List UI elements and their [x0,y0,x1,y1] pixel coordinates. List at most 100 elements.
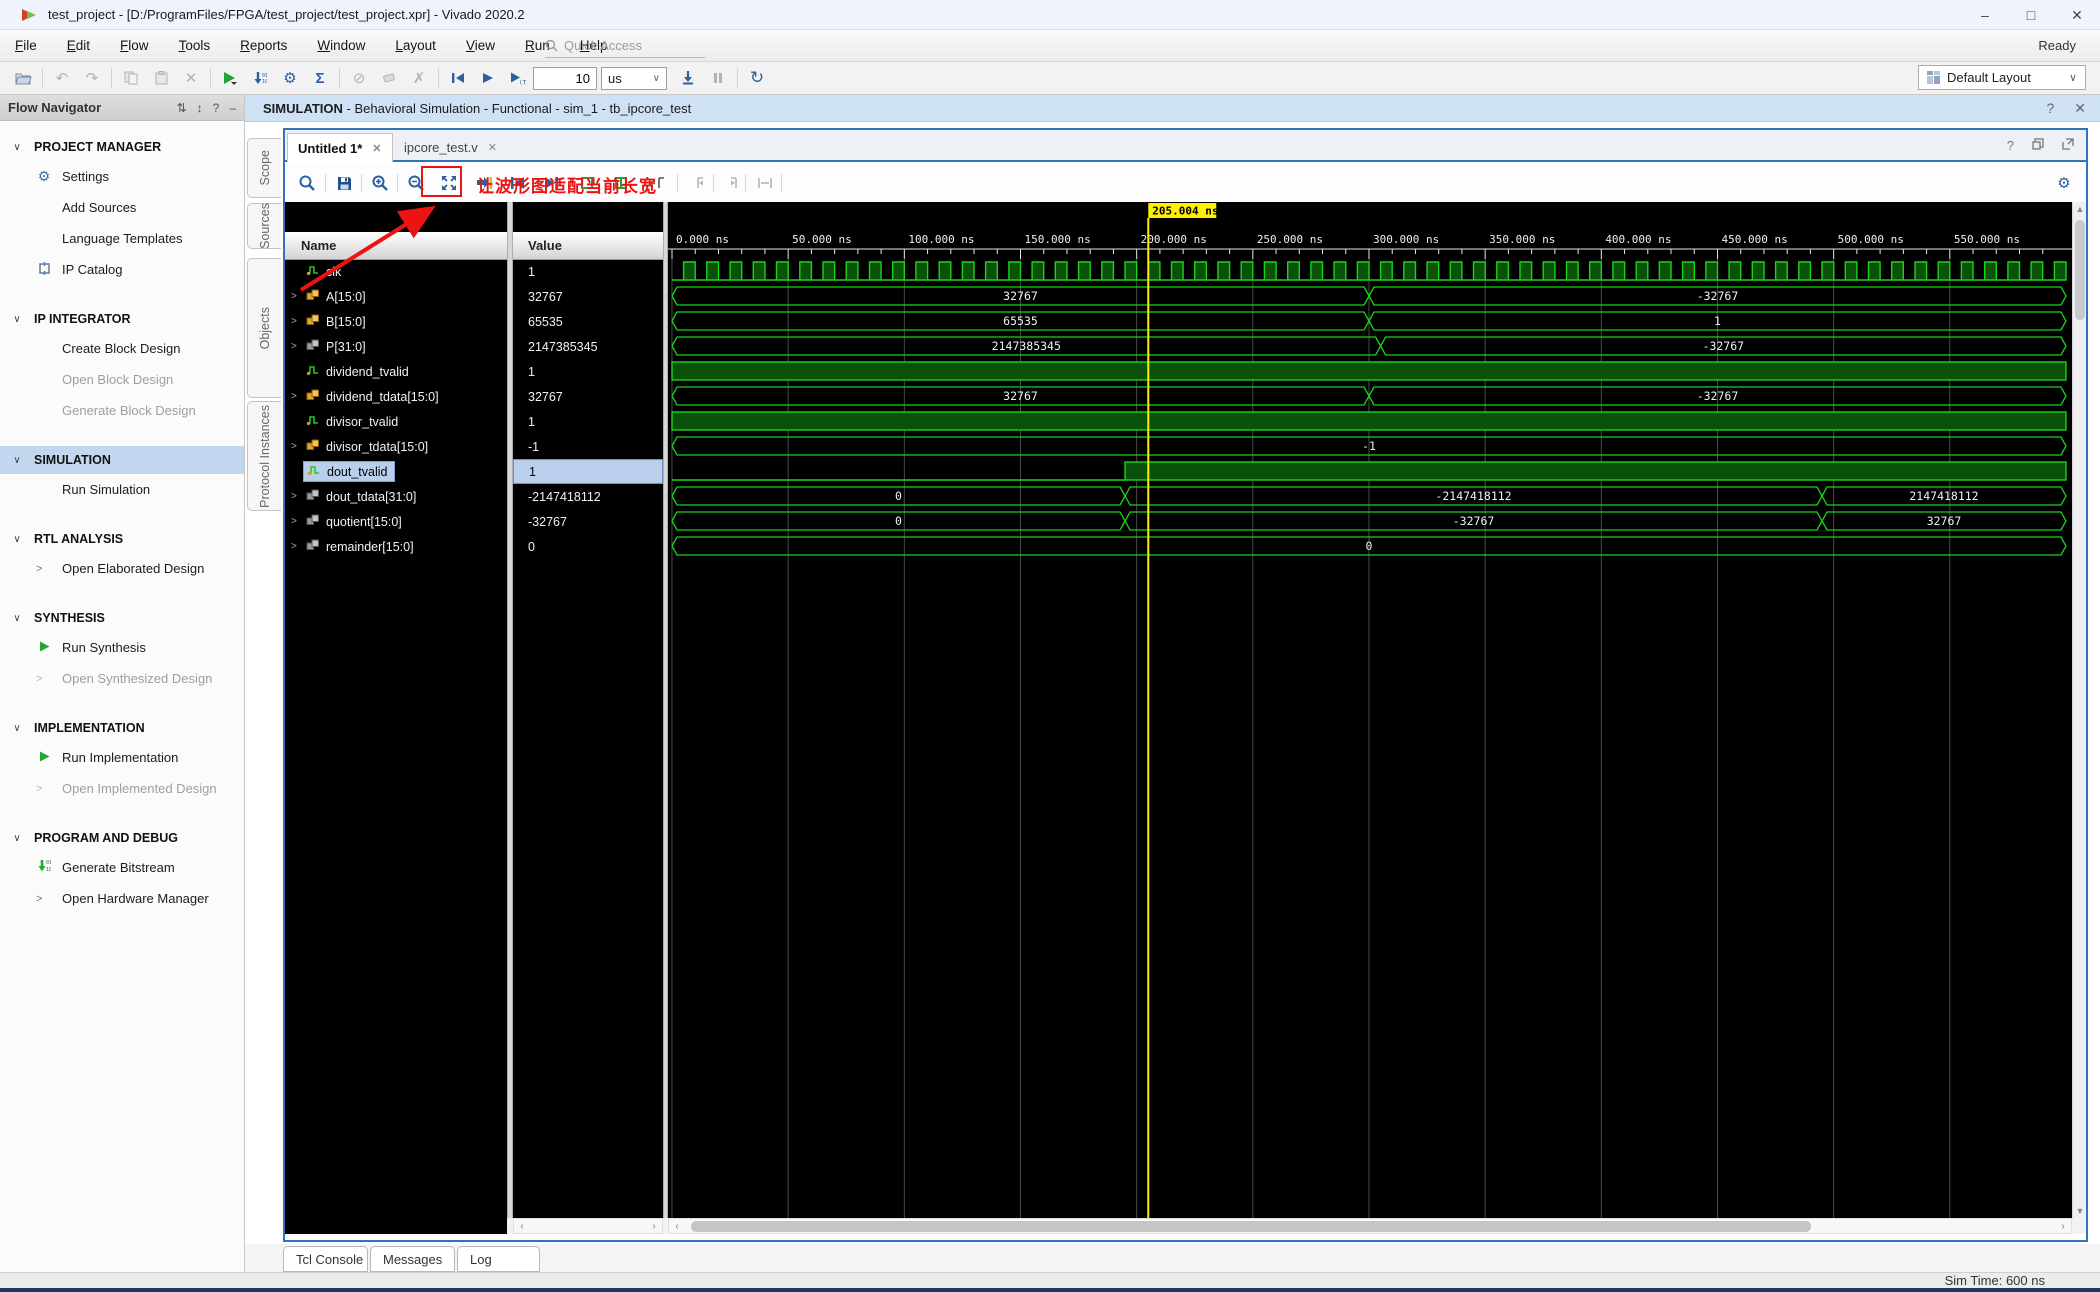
flow-section-header-synthesis[interactable]: ∨ SYNTHESIS [0,604,244,632]
wave-vertical-scrollbar[interactable]: ▲ ▼ [2072,202,2086,1218]
sidebar-item-open-implemented-design[interactable]: > Open Implemented Design [0,773,244,804]
flow-section-header-project-manager[interactable]: ∨ PROJECT MANAGER [0,133,244,161]
menu-flow[interactable]: Flow [105,30,164,62]
sidebar-item-open-synthesized-design[interactable]: > Open Synthesized Design [0,663,244,694]
flow-section-header-implementation[interactable]: ∨ IMPLEMENTATION [0,714,244,742]
wave-horizontal-scrollbar[interactable]: ‹ › [668,1218,2072,1234]
wave-row-dividend_tvalid[interactable] [671,361,2067,381]
wave-row-remainder150[interactable]: 0 [671,536,2067,556]
signal-row-divisor_tdata150[interactable]: > divisor_tdata[15:0] [285,434,507,459]
step-into-icon[interactable]: 01 10 [245,65,275,91]
expand-chevron-icon[interactable]: > [291,391,297,402]
value-row-clk[interactable]: 1 [513,259,663,284]
expand-chevron-icon[interactable]: > [291,491,297,502]
wave-tab-1[interactable]: Untitled 1* ✕ [287,133,393,162]
wave-row-clk[interactable] [672,261,2067,281]
sidebar-item-create-block-design[interactable]: Create Block Design [0,333,244,364]
signal-entry[interactable]: divisor_tdata[15:0] [303,437,435,456]
help-icon[interactable]: ? [213,101,220,115]
run-all-icon[interactable] [473,65,503,91]
value-row-dout_tvalid[interactable]: 1 [513,459,663,484]
flow-section-header-ip-integrator[interactable]: ∨ IP INTEGRATOR [0,305,244,333]
vertical-scroll-thumb[interactable] [2075,220,2085,320]
value-row-dout_tdata310[interactable]: -2147418112 [513,484,663,509]
sidebar-item-run-simulation[interactable]: Run Simulation [0,474,244,505]
sidebar-item-settings[interactable]: ⚙ Settings [0,161,244,192]
signal-entry[interactable]: B[15:0] [303,312,373,331]
side-tab-protocol-instances[interactable]: Protocol Instances [247,401,281,511]
side-tab-scope[interactable]: Scope [247,138,281,198]
value-row-divisor_tdata150[interactable]: -1 [513,434,663,459]
menu-edit[interactable]: Edit [52,30,105,62]
signal-entry[interactable]: dividend_tvalid [303,362,416,381]
sidebar-item-open-elaborated-design[interactable]: > Open Elaborated Design [0,553,244,584]
signal-entry[interactable]: remainder[15:0] [303,537,421,556]
signal-row-divisor_tvalid[interactable]: divisor_tvalid [285,409,507,434]
menu-layout[interactable]: Layout [380,30,451,62]
expand-chevron-icon[interactable]: > [291,541,297,552]
value-horizontal-scrollbar[interactable]: ‹ › [513,1218,663,1234]
wave-tab-2[interactable]: ipcore_test.v ✕ [394,133,507,162]
sidebar-item-open-block-design[interactable]: Open Block Design [0,364,244,395]
flow-section-header-program-and-debug[interactable]: ∨ PROGRAM AND DEBUG [0,824,244,852]
run-for-time-icon[interactable]: (T) [503,65,533,91]
scroll-right-icon[interactable]: › [2055,1219,2071,1234]
signal-row-dout_tvalid[interactable]: dout_tvalid [285,459,507,484]
run-icon[interactable] [215,65,245,91]
value-row-A150[interactable]: 32767 [513,284,663,309]
settings-gear-icon[interactable]: ⚙ [275,65,305,91]
step-icon[interactable] [673,65,703,91]
close-button[interactable]: ✕ [2054,0,2100,30]
redo-icon[interactable]: ↷ [77,65,107,91]
maximize-button[interactable]: □ [2008,0,2054,30]
restart-sim-icon[interactable] [443,65,473,91]
wave-row-divisor_tdata150[interactable]: -1 [671,436,2067,456]
sidebar-item-run-synthesis[interactable]: Run Synthesis [0,632,244,663]
waveform-canvas[interactable]: 0.000 ns 50.000 ns 100.000 ns 150.000 ns 200… [668,202,2072,1218]
bottom-tab-tcl-console[interactable]: Tcl Console [283,1246,368,1272]
undo-icon[interactable]: ↶ [47,65,77,91]
wave-settings-gear-icon[interactable]: ⚙ [2050,170,2078,196]
signal-row-P310[interactable]: > P[31:0] [285,334,507,359]
signal-row-dividend_tdata150[interactable]: > dividend_tdata[15:0] [285,384,507,409]
bottom-tab-log[interactable]: Log [457,1246,540,1272]
sidebar-item-ip-catalog[interactable]: IP Catalog [0,254,244,285]
time-unit-select[interactable]: us ∨ [601,66,667,90]
signal-row-dout_tdata310[interactable]: > dout_tdata[31:0] [285,484,507,509]
quick-access-search[interactable]: Quick Access [545,34,705,58]
sidebar-item-open-hardware-manager[interactable]: > Open Hardware Manager [0,883,244,914]
expand-all-icon[interactable]: ↕ [197,101,203,115]
signal-value-panel[interactable]: Value 1 32767 65535 2147385345 1 32767 1 -1 1 -21… [513,202,663,1218]
paste-icon[interactable] [146,65,176,91]
sidebar-item-language-templates[interactable]: Language Templates [0,223,244,254]
scroll-left-icon[interactable]: ‹ [669,1219,685,1234]
flow-section-header-simulation[interactable]: ∨ SIMULATION [0,446,244,474]
sidebar-item-generate-bitstream[interactable]: 01 10 Generate Bitstream [0,852,244,883]
value-row-quotient150[interactable]: -32767 [513,509,663,534]
float-window-icon[interactable] [2032,138,2044,153]
signal-entry[interactable]: dividend_tdata[15:0] [303,387,446,406]
minimize-button[interactable]: – [1962,0,2008,30]
value-column-header[interactable]: Value [513,232,663,260]
scroll-right-icon[interactable]: › [646,1219,662,1234]
collapse-all-icon[interactable]: ⇅ [177,101,187,115]
maximize-panel-icon[interactable] [2062,138,2074,153]
run-time-input[interactable] [533,66,597,90]
find-icon[interactable] [293,170,321,196]
expand-chevron-icon[interactable]: > [291,341,297,352]
flow-section-header-rtl-analysis[interactable]: ∨ RTL ANALYSIS [0,525,244,553]
sidebar-item-add-sources[interactable]: Add Sources [0,192,244,223]
scroll-down-icon[interactable]: ▼ [2073,1204,2087,1218]
expand-chevron-icon[interactable]: > [291,316,297,327]
signal-entry[interactable]: P[31:0] [303,337,373,356]
value-row-divisor_tvalid[interactable]: 1 [513,409,663,434]
open-project-icon[interactable] [8,65,38,91]
close-tab-icon[interactable]: ✕ [372,142,381,155]
signal-row-quotient150[interactable]: > quotient[15:0] [285,509,507,534]
scroll-left-icon[interactable]: ‹ [514,1219,530,1234]
signal-entry[interactable]: dout_tdata[31:0] [303,487,423,506]
zoom-in-icon[interactable] [366,170,394,196]
signal-name-panel[interactable]: Name clk>A[15:0]>B[15:0]>P[31:0]dividend… [285,202,507,1218]
menu-file[interactable]: File [0,30,52,62]
close-tab-icon[interactable]: ✕ [488,141,497,154]
